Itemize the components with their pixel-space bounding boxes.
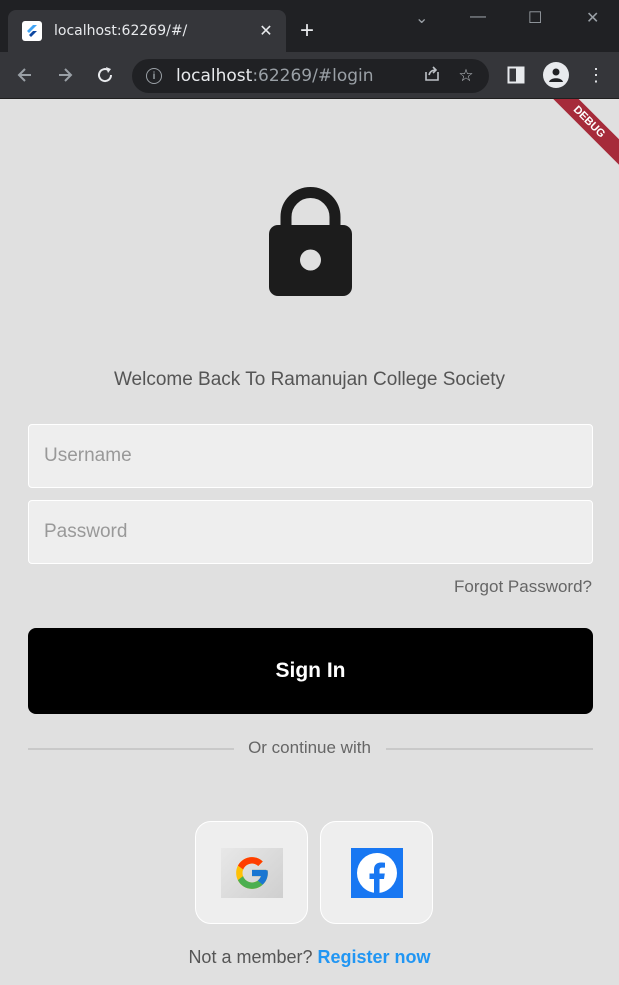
profile-avatar-icon[interactable]	[543, 62, 569, 88]
flutter-icon	[22, 21, 42, 41]
back-icon[interactable]	[12, 62, 38, 88]
sign-in-button[interactable]: Sign In	[28, 628, 593, 714]
facebook-sign-in-button[interactable]	[320, 821, 433, 924]
register-prompt: Not a member?	[188, 947, 313, 967]
tab-title: localhost:62269/#/	[54, 23, 188, 39]
google-sign-in-button[interactable]	[195, 821, 308, 924]
browser-tab[interactable]: localhost:62269/#/ ✕	[8, 10, 286, 52]
new-tab-button[interactable]: +	[300, 18, 314, 44]
facebook-logo-icon	[350, 847, 403, 898]
forward-icon[interactable]	[52, 62, 78, 88]
browser-toolbar: i localhost:62269/#login ☆ ⋮	[0, 52, 619, 99]
password-field[interactable]	[28, 500, 593, 564]
login-page: DEBUG Welcome Back To Ramanujan College …	[0, 99, 619, 985]
menu-kebab-icon[interactable]: ⋮	[583, 62, 609, 88]
debug-banner: DEBUG	[540, 99, 619, 171]
register-row: Not a member? Register now	[0, 947, 619, 968]
browser-tab-strip: localhost:62269/#/ ✕ + ⌄ — ☐ ✕	[0, 0, 619, 52]
username-field[interactable]	[28, 424, 593, 488]
close-window-icon[interactable]: ✕	[586, 8, 599, 28]
url-text[interactable]: localhost:62269/#login	[176, 66, 421, 86]
maximize-icon[interactable]: ☐	[528, 8, 542, 28]
welcome-heading: Welcome Back To Ramanujan College Societ…	[113, 369, 506, 390]
close-tab-icon[interactable]: ✕	[254, 21, 278, 41]
bookmark-star-icon[interactable]: ☆	[455, 66, 477, 86]
forgot-password-link[interactable]: Forgot Password?	[454, 577, 592, 597]
divider-line-right	[386, 748, 593, 750]
side-panel-icon[interactable]	[503, 62, 529, 88]
address-bar[interactable]: i localhost:62269/#login ☆	[132, 59, 489, 93]
lock-icon	[269, 187, 352, 296]
minimize-icon[interactable]: —	[470, 8, 486, 26]
reload-icon[interactable]	[92, 62, 118, 88]
share-icon[interactable]	[421, 65, 443, 88]
info-icon[interactable]: i	[146, 68, 162, 84]
register-now-link[interactable]: Register now	[318, 947, 431, 967]
google-logo-icon	[220, 847, 283, 898]
tab-search-icon[interactable]: ⌄	[415, 8, 428, 28]
